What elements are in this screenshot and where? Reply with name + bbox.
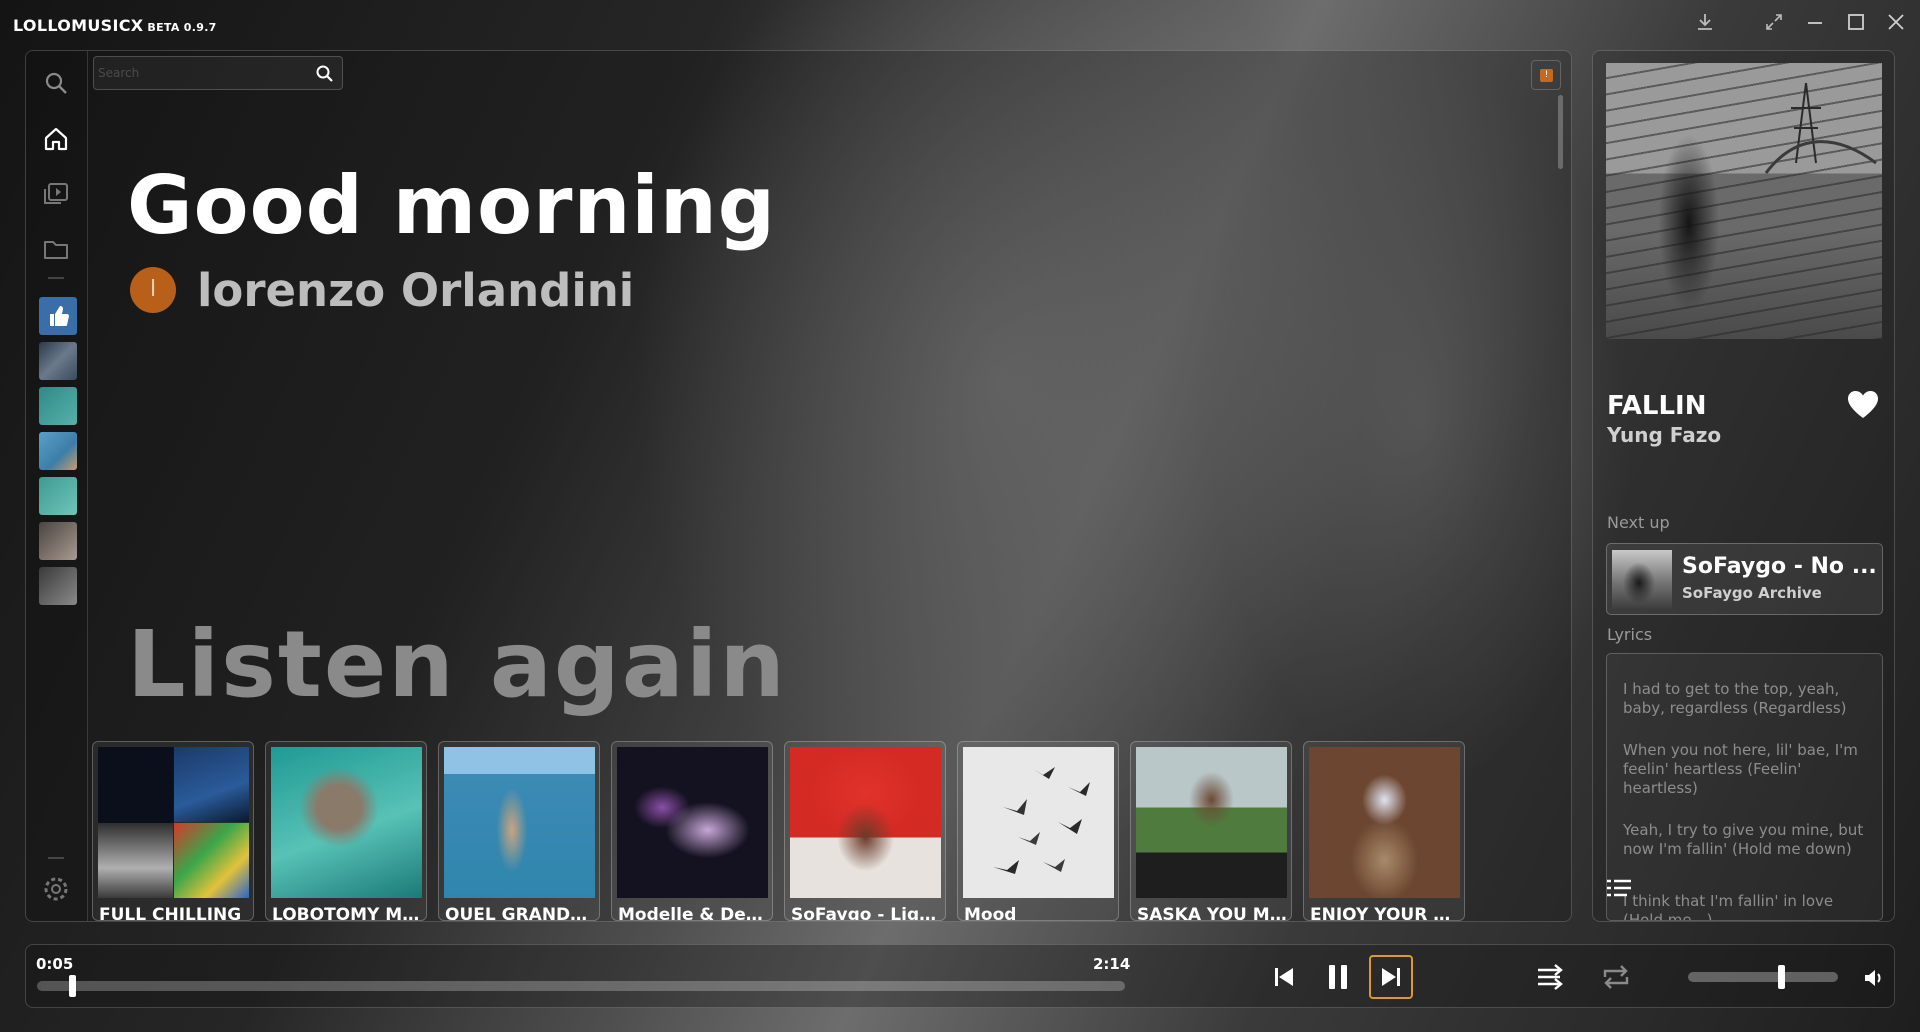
sidebar-playlist-2[interactable]: [39, 342, 77, 380]
expand-icon[interactable]: [1761, 12, 1787, 38]
search-bar: [93, 56, 343, 90]
lyrics-list-icon[interactable]: [1605, 877, 1633, 903]
volume-icon[interactable]: [1861, 965, 1887, 991]
album-cover: [98, 747, 249, 898]
player-bar: 0:05 2:14: [25, 944, 1895, 1008]
notification-badge: !: [1540, 69, 1553, 82]
search-button-icon[interactable]: [314, 63, 336, 85]
album-card[interactable]: SASKA YOU M...: [1130, 741, 1292, 921]
current-time: 0:05: [36, 955, 74, 973]
album-card-label: SoFaygo - Ligh...: [791, 905, 941, 921]
library-icon[interactable]: [41, 179, 71, 209]
repeat-icon[interactable]: [1596, 957, 1636, 997]
next-up-title: SoFaygo - No ...: [1682, 554, 1877, 579]
lyrics-box[interactable]: I had to get to the top, yeah, baby, reg…: [1606, 653, 1883, 921]
album-cover: [1136, 747, 1287, 898]
total-time: 2:14: [1093, 955, 1131, 973]
album-card-label: SASKA YOU M...: [1137, 905, 1287, 921]
previous-icon[interactable]: [1264, 957, 1304, 997]
avatar[interactable]: l: [130, 267, 176, 313]
sidebar: [26, 51, 88, 921]
sidebar-playlist-6[interactable]: [39, 522, 77, 560]
lyric-line: Yeah, I try to give you mine, but now I'…: [1623, 821, 1864, 858]
album-cover: [963, 747, 1114, 898]
album-card[interactable]: FULL CHILLING: [92, 741, 254, 921]
volume-slider[interactable]: [1688, 972, 1838, 982]
sidebar-playlist-4[interactable]: [39, 432, 77, 470]
settings-gear-icon[interactable]: [41, 874, 71, 904]
album-card[interactable]: SoFaygo - Ligh...: [784, 741, 946, 921]
minimize-icon[interactable]: [1802, 12, 1828, 38]
sidebar-divider: [48, 277, 64, 279]
album-card[interactable]: QUEL GRANDE...: [438, 741, 600, 921]
next-up-card[interactable]: SoFaygo - No ... SoFaygo Archive: [1606, 543, 1883, 615]
app-title: LOLLOMUSICX BETA 0.9.7: [13, 16, 217, 35]
now-playing-cover: [1606, 63, 1882, 339]
album-card-label: QUEL GRANDE...: [445, 905, 595, 921]
maximize-icon[interactable]: [1843, 12, 1869, 38]
sidebar-playlist-5[interactable]: [39, 477, 77, 515]
track-title: FALLIN: [1607, 391, 1707, 421]
album-card-label: Modelle & Deli...: [618, 905, 768, 921]
seek-bar[interactable]: [37, 981, 1125, 991]
folder-icon[interactable]: [41, 234, 71, 264]
app-name: LOLLOMUSICX: [13, 16, 144, 35]
lyric-line: I think that I'm fallin' in love (Hold m…: [1623, 892, 1834, 921]
sidebar-playlist-7[interactable]: [39, 567, 77, 605]
volume-handle[interactable]: [1778, 965, 1785, 989]
download-icon[interactable]: [1692, 12, 1718, 38]
album-cover: [444, 747, 595, 898]
listen-again-title: Listen again: [127, 611, 787, 718]
pause-icon[interactable]: [1318, 957, 1358, 997]
lyrics-label: Lyrics: [1607, 625, 1653, 644]
next-icon[interactable]: [1369, 955, 1413, 999]
shuffle-icon[interactable]: [1531, 957, 1571, 997]
now-playing-panel: FALLIN Yung Fazo Next up SoFaygo - No ..…: [1592, 50, 1895, 922]
album-card[interactable]: Mood: [957, 741, 1119, 921]
next-up-cover: [1612, 550, 1672, 610]
app-version: BETA 0.9.7: [147, 21, 217, 34]
next-up-label: Next up: [1607, 513, 1670, 532]
notification-button[interactable]: !: [1531, 60, 1561, 90]
lyric-line: When you not here, lil' bae, I'm feelin'…: [1623, 741, 1858, 797]
sidebar-divider-bottom: [48, 857, 64, 859]
close-icon[interactable]: [1883, 12, 1909, 38]
sidebar-playlist-3[interactable]: [39, 387, 77, 425]
album-card-label: Mood: [964, 905, 1017, 921]
main-scrollbar[interactable]: [1558, 95, 1563, 169]
lyric-line: I had to get to the top, yeah, baby, reg…: [1623, 680, 1847, 717]
album-cover: [1309, 747, 1460, 898]
album-card[interactable]: ENJOY YOUR L...: [1303, 741, 1465, 921]
album-cover: [790, 747, 941, 898]
user-name: lorenzo Orlandini: [197, 264, 635, 317]
album-card-label: LOBOTOMY MU...: [272, 905, 422, 921]
album-card[interactable]: LOBOTOMY MU...: [265, 741, 427, 921]
sidebar-playlist-liked[interactable]: [39, 297, 77, 335]
heart-icon[interactable]: [1846, 389, 1880, 421]
main-panel: ! Good morning l lorenzo Orlandini Liste…: [25, 50, 1572, 922]
seek-handle[interactable]: [69, 975, 76, 997]
album-card[interactable]: Modelle & Deli...: [611, 741, 773, 921]
album-card-label: FULL CHILLING: [99, 905, 242, 921]
home-icon[interactable]: [41, 124, 71, 154]
album-cover: [271, 747, 422, 898]
power-lines-artwork: [1764, 82, 1877, 174]
search-input[interactable]: [98, 63, 308, 83]
search-icon[interactable]: [41, 68, 71, 98]
thumbs-up-icon: [50, 306, 69, 326]
listen-again-list: FULL CHILLING LOBOTOMY MU... QUEL GRANDE…: [92, 741, 1492, 921]
track-artist[interactable]: Yung Fazo: [1607, 423, 1721, 447]
greeting-title: Good morning: [127, 159, 777, 252]
title-bar: LOLLOMUSICX BETA 0.9.7: [0, 0, 1920, 50]
next-up-artist: SoFaygo Archive: [1682, 584, 1822, 602]
album-card-label: ENJOY YOUR L...: [1310, 905, 1460, 921]
birds-artwork: [993, 767, 1090, 874]
album-cover: [617, 747, 768, 898]
